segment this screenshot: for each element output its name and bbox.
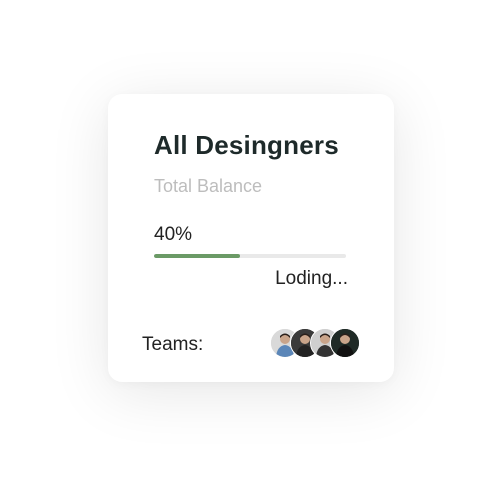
card-subtitle: Total Balance — [154, 176, 263, 196]
designers-card: All Desingners Total Balance 40% Loding.… — [108, 94, 394, 382]
person-avatar-icon — [331, 329, 359, 357]
progress-bar-fill — [154, 254, 241, 258]
progress-bar — [154, 254, 346, 258]
team-member-avatar[interactable] — [330, 328, 360, 358]
team-avatars — [270, 328, 370, 358]
teams-label: Teams: — [142, 334, 204, 355]
card-title: All Desingners — [154, 130, 339, 160]
progress-percent: 40% — [154, 224, 193, 245]
loading-status: Loding... — [275, 268, 348, 289]
